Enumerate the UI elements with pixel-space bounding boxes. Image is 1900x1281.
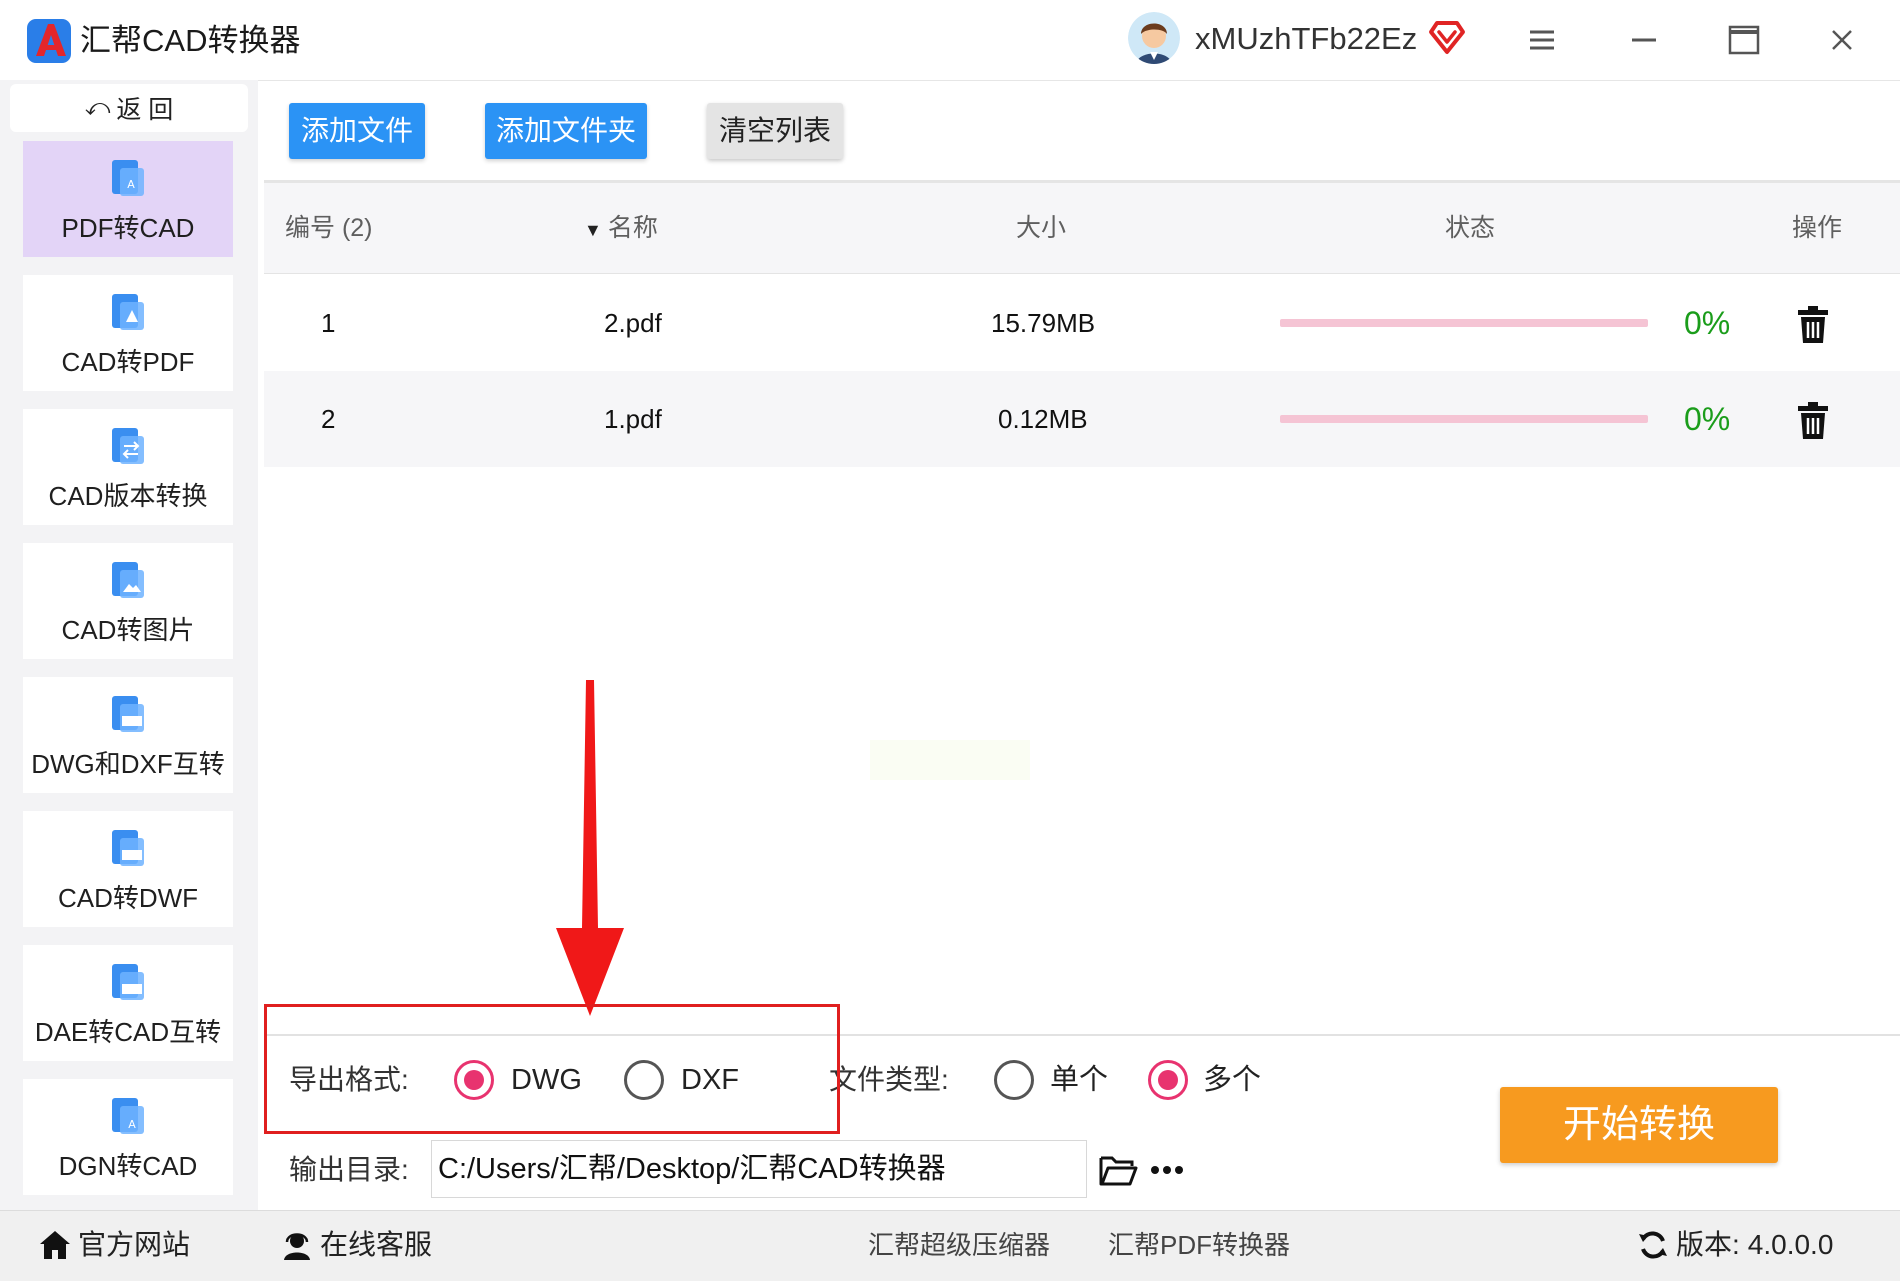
avatar[interactable] — [1128, 12, 1180, 64]
output-dir-label: 输出目录: — [289, 1154, 409, 1185]
cad-to-image-icon — [112, 562, 144, 598]
sidebar-item-label: CAD转PDF — [61, 347, 195, 377]
minimize-icon[interactable] — [1624, 20, 1664, 60]
output-dir-input[interactable]: C:/Users/汇帮/Desktop/汇帮CAD转换器 — [431, 1140, 1087, 1198]
sidebar-item-label: PDF转CAD — [61, 213, 195, 243]
pdf-converter-app-link[interactable]: 汇帮PDF转换器 — [1108, 1210, 1290, 1280]
sidebar-item-cad-version[interactable]: CAD版本转换 — [23, 409, 233, 525]
sidebar-item-dwg-dxf[interactable]: DWG和DXF互转 — [23, 677, 233, 793]
version-info[interactable]: 版本: 4.0.0.0 — [1636, 1210, 1833, 1280]
column-name-header[interactable]: ▼ 名称 — [584, 183, 658, 273]
sidebar-item-label: DAE转CAD互转 — [34, 1017, 222, 1047]
row-file-size: 15.79MB — [991, 308, 1096, 338]
progress-bar — [1280, 319, 1648, 327]
table-header: 编号 (2) ▼ 名称 大小 状态 操作 — [264, 183, 1900, 274]
sidebar-item-label: CAD版本转换 — [48, 481, 208, 511]
sidebar-item-dae-to-cad[interactable]: DAE转CAD互转 — [23, 945, 233, 1061]
column-size-header[interactable]: 大小 — [1016, 183, 1066, 273]
dgn-to-cad-icon: A — [112, 1098, 144, 1134]
table-row[interactable]: 2 1.pdf 0.12MB 0% — [264, 371, 1900, 467]
support-agent-icon — [284, 1233, 310, 1260]
menu-icon[interactable] — [1522, 20, 1562, 60]
more-options-icon[interactable] — [1148, 1152, 1186, 1188]
home-icon — [40, 1231, 70, 1259]
folder-open-icon[interactable] — [1098, 1152, 1138, 1188]
file-type-single-label[interactable]: 单个 — [1050, 1060, 1108, 1100]
file-type-label: 文件类型: — [829, 1064, 949, 1095]
sidebar-item-cad-to-pdf[interactable]: CAD转PDF — [23, 275, 233, 391]
close-icon[interactable] — [1822, 20, 1862, 60]
file-type-multiple-label[interactable]: 多个 — [1203, 1060, 1261, 1100]
add-folder-button[interactable]: 添加文件夹 — [485, 103, 647, 159]
dae-to-cad-icon — [112, 964, 144, 1000]
sort-down-icon: ▼ — [584, 220, 602, 240]
sidebar-item-cad-to-dwf[interactable]: CAD转DWF — [23, 811, 233, 927]
faint-watermark — [870, 740, 1030, 780]
sidebar-item-label: DGN转CAD — [58, 1151, 198, 1181]
username: xMUzhTFb22Ez — [1195, 21, 1418, 56]
row-file-size: 0.12MB — [998, 404, 1088, 434]
add-file-button[interactable]: 添加文件 — [289, 103, 425, 159]
row-file-name: 1.pdf — [604, 404, 662, 434]
sidebar-item-dgn-to-cad[interactable]: A DGN转CAD — [23, 1079, 233, 1195]
online-support-link[interactable]: 在线客服 — [280, 1210, 432, 1280]
svg-text:A: A — [128, 1118, 136, 1131]
back-label: 返 回 — [116, 96, 174, 124]
version-label: 版本: — [1676, 1229, 1740, 1260]
delete-trash-icon[interactable] — [1792, 399, 1834, 441]
progress-percent: 0% — [1684, 305, 1731, 341]
vip-diamond-icon[interactable] — [1428, 18, 1466, 56]
delete-trash-icon[interactable] — [1792, 303, 1834, 345]
row-number: 1 — [321, 308, 336, 338]
progress-percent: 0% — [1684, 401, 1731, 437]
table-row[interactable]: 1 2.pdf 15.79MB 0% — [264, 275, 1900, 371]
cad-version-icon — [112, 428, 144, 464]
sidebar-item-label: CAD转DWF — [57, 883, 199, 913]
pdf-to-cad-icon: A — [112, 160, 144, 196]
row-number: 2 — [321, 404, 336, 434]
clear-list-button[interactable]: 清空列表 — [707, 103, 843, 159]
annotation-arrow — [556, 680, 624, 1016]
annotation-highlight-box — [264, 1004, 840, 1134]
refresh-icon — [1639, 1231, 1667, 1259]
compressor-app-link[interactable]: 汇帮超级压缩器 — [868, 1210, 1050, 1280]
file-type-single-radio[interactable] — [994, 1060, 1034, 1100]
column-number-header[interactable]: 编号 (2) — [285, 183, 373, 273]
cad-to-dwf-icon — [112, 830, 144, 866]
app-title: 汇帮CAD转换器 — [80, 23, 301, 58]
svg-text:A: A — [127, 178, 135, 191]
app-logo-icon — [26, 18, 72, 64]
back-arrow-icon: ⤺ — [84, 94, 111, 121]
back-button[interactable]: ⤺ 返 回 — [10, 84, 248, 132]
version-number: 4.0.0.0 — [1747, 1229, 1834, 1260]
cad-to-pdf-icon — [112, 294, 144, 330]
sidebar-item-label: CAD转图片 — [61, 615, 195, 645]
sidebar-item-label: DWG和DXF互转 — [31, 749, 225, 779]
progress-bar — [1280, 415, 1648, 423]
file-type-multiple-radio[interactable] — [1148, 1060, 1188, 1100]
sidebar-item-pdf-to-cad[interactable]: A PDF转CAD — [23, 141, 233, 257]
sidebar-item-cad-to-image[interactable]: CAD转图片 — [23, 543, 233, 659]
column-action-header: 操作 — [1792, 214, 1843, 242]
start-convert-button[interactable]: 开始转换 — [1500, 1087, 1778, 1163]
column-status-header: 状态 — [1445, 214, 1496, 242]
row-file-name: 2.pdf — [604, 308, 662, 338]
official-website-link[interactable]: 官方网站 — [38, 1210, 190, 1280]
dwg-dxf-icon — [112, 696, 144, 732]
maximize-icon[interactable] — [1724, 20, 1764, 60]
